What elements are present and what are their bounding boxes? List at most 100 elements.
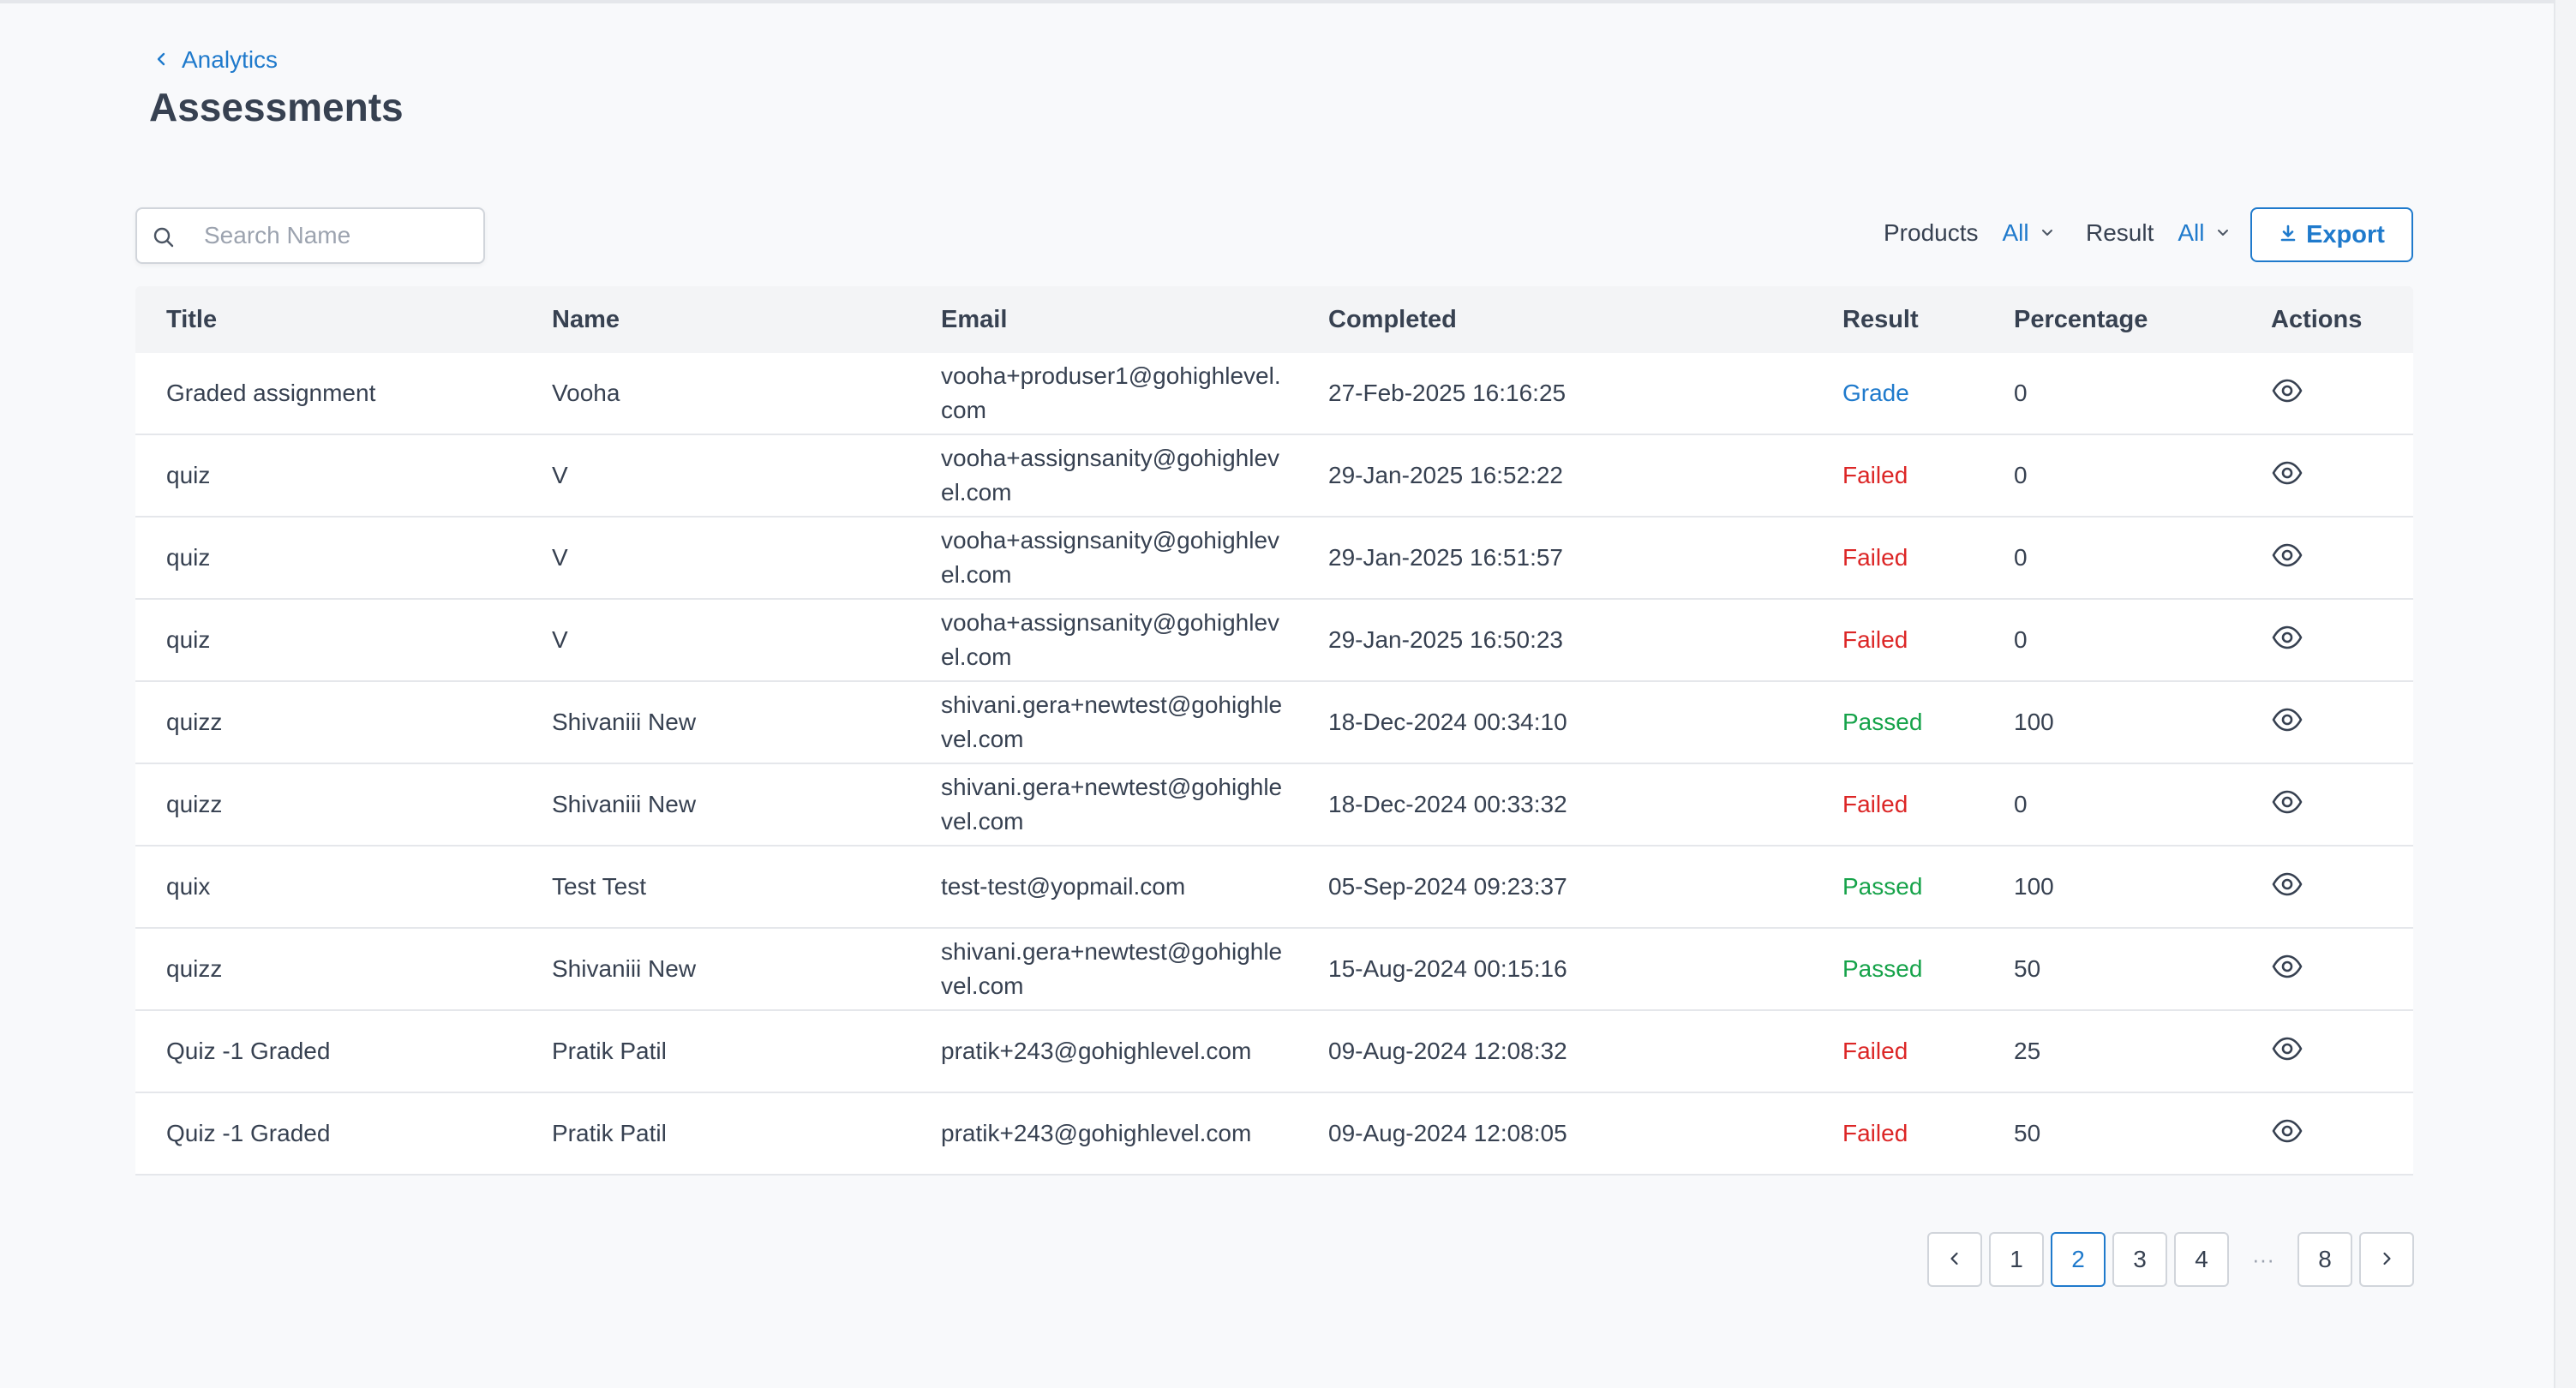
cell-completed: 29-Jan-2025 16:51:57 xyxy=(1328,544,1563,571)
cell-title: quiz xyxy=(166,544,211,571)
eye-icon xyxy=(2271,786,2303,824)
cell-result: Failed xyxy=(1842,1038,1908,1064)
cell-result: Passed xyxy=(1842,955,1923,982)
table-row[interactable]: quix Test Test test-test@yopmail.com 05-… xyxy=(135,847,2413,929)
table-row[interactable]: quiz V vooha+assignsanity@gohighlevel.co… xyxy=(135,600,2413,682)
cell-percentage: 0 xyxy=(2014,544,2028,571)
chevron-down-icon xyxy=(2215,219,2231,247)
cell-result: Passed xyxy=(1842,873,1923,900)
cell-title: quiz xyxy=(166,462,211,488)
column-header-name[interactable]: Name xyxy=(552,286,620,353)
cell-email: vooha+assignsanity@gohighlevel.com xyxy=(941,527,1280,588)
eye-icon xyxy=(2271,868,2303,906)
result-filter-label: Result xyxy=(2086,219,2154,246)
cell-title: Graded assignment xyxy=(166,380,376,406)
eye-icon xyxy=(2271,374,2303,413)
top-border xyxy=(0,0,2554,3)
cell-percentage: 100 xyxy=(2014,709,2054,735)
column-header-actions: Actions xyxy=(2271,306,2363,333)
page-title: Assessments xyxy=(149,85,404,129)
cell-completed: 15-Aug-2024 00:15:16 xyxy=(1328,955,1567,982)
column-header-percentage[interactable]: Percentage xyxy=(2014,286,2148,353)
cell-completed: 27-Feb-2025 16:16:25 xyxy=(1328,380,1567,406)
table-row[interactable]: Quiz -1 Graded Pratik Patil pratik+243@g… xyxy=(135,1093,2413,1176)
cell-completed: 18-Dec-2024 00:33:32 xyxy=(1328,791,1567,817)
table-row[interactable]: quizz Shivaniii New shivani.gera+newtest… xyxy=(135,764,2413,847)
cell-completed: 29-Jan-2025 16:52:22 xyxy=(1328,462,1563,488)
cell-name: Shivaniii New xyxy=(552,709,697,735)
table-row[interactable]: quizz Shivaniii New shivani.gera+newtest… xyxy=(135,682,2413,764)
table-row[interactable]: Quiz -1 Graded Pratik Patil pratik+243@g… xyxy=(135,1011,2413,1093)
eye-icon xyxy=(2271,950,2303,989)
export-label: Export xyxy=(2306,220,2385,248)
pagination-page-4[interactable]: 4 xyxy=(2174,1232,2229,1287)
cell-percentage: 50 xyxy=(2014,955,2041,982)
view-button[interactable] xyxy=(2271,353,2303,434)
view-button[interactable] xyxy=(2271,764,2303,845)
cell-email: vooha+assignsanity@gohighlevel.com xyxy=(941,609,1280,670)
cell-name: Shivaniii New xyxy=(552,955,697,982)
products-filter-value[interactable]: All xyxy=(2003,219,2029,247)
breadcrumb-label: Analytics xyxy=(182,46,279,73)
pagination-page-3[interactable]: 3 xyxy=(2112,1232,2167,1287)
cell-title: quizz xyxy=(166,955,223,982)
cell-name: Test Test xyxy=(552,873,646,900)
eye-icon xyxy=(2271,1115,2303,1153)
cell-percentage: 0 xyxy=(2014,380,2028,406)
breadcrumb-back-link[interactable]: Analytics xyxy=(153,43,278,77)
table-row[interactable]: Graded assignment Vooha vooha+produser1@… xyxy=(135,353,2413,435)
cell-title: quizz xyxy=(166,791,223,817)
products-filter[interactable]: Products All xyxy=(1884,214,2055,252)
cell-result: Failed xyxy=(1842,791,1908,817)
export-button[interactable]: Export xyxy=(2250,207,2413,262)
table-row[interactable]: quiz V vooha+assignsanity@gohighlevel.co… xyxy=(135,518,2413,600)
pagination-next-button[interactable] xyxy=(2359,1232,2414,1287)
view-button[interactable] xyxy=(2271,847,2303,927)
search-box xyxy=(135,207,485,264)
cell-title: quiz xyxy=(166,626,211,653)
view-button[interactable] xyxy=(2271,600,2303,680)
cell-result: Failed xyxy=(1842,1120,1908,1146)
eye-icon xyxy=(2271,703,2303,742)
result-filter-value[interactable]: All xyxy=(2178,219,2204,247)
cell-percentage: 0 xyxy=(2014,626,2028,653)
cell-completed: 09-Aug-2024 12:08:32 xyxy=(1328,1038,1567,1064)
cell-result: Grade xyxy=(1842,380,1909,406)
column-header-email[interactable]: Email xyxy=(941,286,1007,353)
download-icon xyxy=(2279,221,2297,249)
view-button[interactable] xyxy=(2271,435,2303,516)
scrollbar-track[interactable] xyxy=(2554,0,2576,1388)
cell-result: Failed xyxy=(1842,462,1908,488)
cell-completed: 18-Dec-2024 00:34:10 xyxy=(1328,709,1567,735)
result-filter[interactable]: Result All xyxy=(2086,214,2231,252)
pagination-prev-button[interactable] xyxy=(1927,1232,1982,1287)
cell-name: V xyxy=(552,544,568,571)
cell-name: Pratik Patil xyxy=(552,1038,667,1064)
column-header-completed[interactable]: Completed xyxy=(1328,286,1457,353)
products-filter-label: Products xyxy=(1884,219,1979,246)
column-header-title[interactable]: Title xyxy=(166,286,217,353)
table-header: Title Name Email Completed Result Percen… xyxy=(135,286,2413,353)
eye-icon xyxy=(2271,539,2303,577)
table-row[interactable]: quiz V vooha+assignsanity@gohighlevel.co… xyxy=(135,435,2413,518)
search-input[interactable] xyxy=(204,209,475,262)
eye-icon xyxy=(2271,621,2303,660)
table-body: Graded assignment Vooha vooha+produser1@… xyxy=(135,353,2413,1176)
cell-name: Shivaniii New xyxy=(552,791,697,817)
view-button[interactable] xyxy=(2271,518,2303,598)
pagination-page-8[interactable]: 8 xyxy=(2297,1232,2352,1287)
chevron-down-icon xyxy=(2040,219,2055,247)
view-button[interactable] xyxy=(2271,929,2303,1009)
pagination-page-1[interactable]: 1 xyxy=(1989,1232,2044,1287)
view-button[interactable] xyxy=(2271,1093,2303,1174)
column-header-result[interactable]: Result xyxy=(1842,286,1919,353)
view-button[interactable] xyxy=(2271,1011,2303,1092)
cell-name: Pratik Patil xyxy=(552,1120,667,1146)
table-row[interactable]: quizz Shivaniii New shivani.gera+newtest… xyxy=(135,929,2413,1011)
cell-completed: 09-Aug-2024 12:08:05 xyxy=(1328,1120,1567,1146)
cell-result: Failed xyxy=(1842,626,1908,653)
pagination-page-2[interactable]: 2 xyxy=(2051,1232,2106,1287)
pagination-ellipsis[interactable]: ··· xyxy=(2236,1232,2291,1287)
cell-title: Quiz -1 Graded xyxy=(166,1120,331,1146)
view-button[interactable] xyxy=(2271,682,2303,763)
